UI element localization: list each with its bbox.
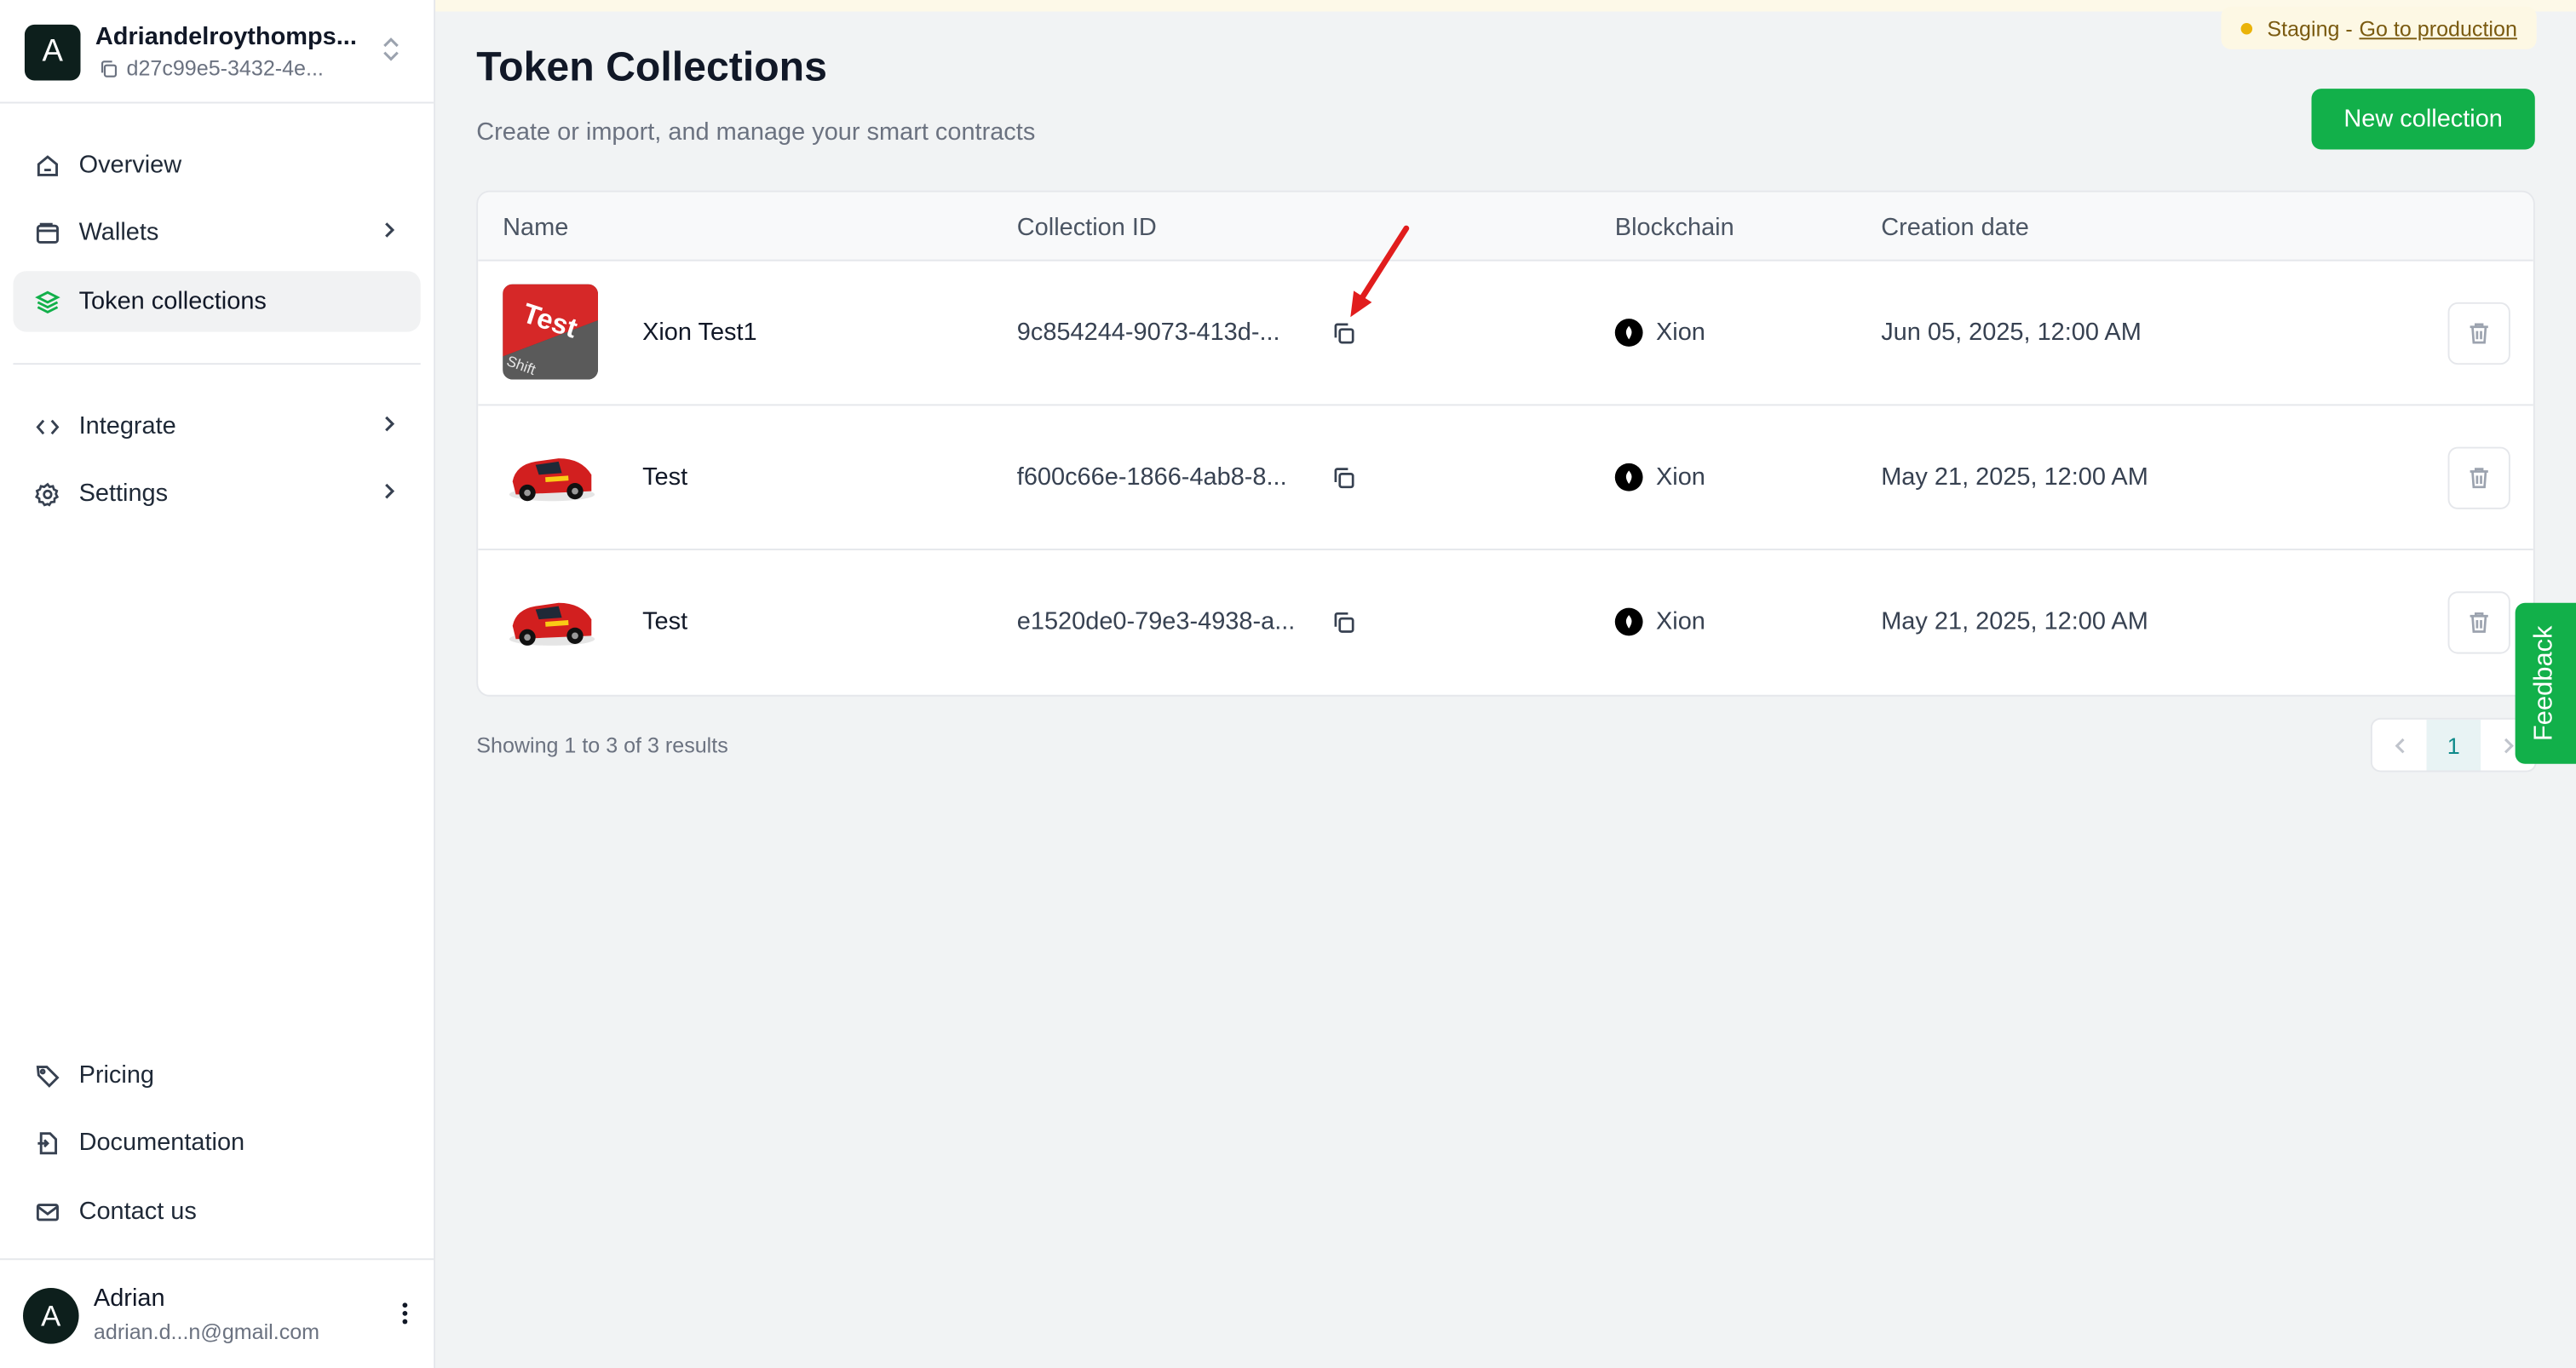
sidebar-item-contact[interactable]: Contact us: [13, 1181, 420, 1242]
sidebar-item-label: Pricing: [78, 1060, 155, 1089]
sidebar-divider: [13, 363, 421, 365]
page-title: Token Collections: [476, 44, 827, 91]
trash-icon: [2470, 612, 2488, 633]
creation-date: Jun 05, 2025, 12:00 AM: [1881, 319, 2142, 347]
org-id-text: d27c99e5-3432-4e...: [126, 55, 324, 81]
column-header-blockchain: Blockchain: [1614, 213, 1734, 242]
sidebar-item-pricing[interactable]: Pricing: [13, 1045, 420, 1106]
more-vertical-icon[interactable]: [402, 1302, 408, 1325]
sidebar-item-integrate[interactable]: Integrate: [13, 396, 420, 457]
sidebar-item-token-collections[interactable]: Token collections: [13, 271, 421, 332]
trash-icon: [2470, 323, 2488, 344]
blockchain-cell: Xion: [1614, 319, 1705, 347]
column-header-name: Name: [503, 213, 569, 242]
xion-logo-icon: [1614, 607, 1643, 636]
sidebar-item-label: Integrate: [78, 412, 176, 440]
sidebar-item-settings[interactable]: Settings: [13, 463, 420, 524]
blockchain-name: Xion: [1655, 319, 1705, 347]
table-row[interactable]: Test e1520de0-79e3-4938-a... Xion May 21…: [478, 550, 2533, 695]
collection-name: Test: [642, 607, 688, 636]
delete-button[interactable]: [2447, 591, 2510, 654]
table-row[interactable]: Test f600c66e-1866-4ab8-8... Xion May 21…: [478, 405, 2533, 551]
new-collection-button[interactable]: New collection: [2311, 89, 2535, 150]
trash-icon: [2470, 468, 2488, 489]
collection-id: f600c66e-1866-4ab8-8...: [1016, 463, 1287, 491]
chevron-right-icon: [2504, 737, 2514, 753]
collection-thumbnail: [503, 573, 598, 669]
prev-page-button[interactable]: [2372, 720, 2427, 771]
xion-logo-icon: [1614, 319, 1643, 347]
copy-icon[interactable]: [1331, 609, 1357, 635]
pagination: 1: [2370, 717, 2537, 773]
creation-date: May 21, 2025, 12:00 AM: [1881, 607, 2148, 636]
collection-thumbnail: Test Shift: [503, 284, 598, 380]
table-row[interactable]: Test Shift Xion Test1 9c854244-9073-413d…: [478, 262, 2533, 406]
annotation-arrow-icon: [1350, 225, 1410, 318]
sidebar-item-label: Documentation: [78, 1128, 245, 1157]
sidebar-item-documentation[interactable]: Documentation: [13, 1112, 420, 1173]
chevron-right-icon: [381, 480, 397, 509]
sidebar: A Adriandelroythomps... d27c99e5-3432-4e…: [0, 0, 436, 1368]
user-name: Adrian: [93, 1285, 165, 1313]
chevron-right-icon: [381, 412, 397, 442]
collection-thumbnail: [503, 428, 598, 525]
collection-id: 9c854244-9073-413d-...: [1016, 319, 1280, 347]
blockchain-name: Xion: [1655, 607, 1705, 636]
org-name: Adriandelroythomps...: [95, 22, 357, 51]
mail-icon: [33, 1197, 63, 1227]
environment-label: Staging -: [2267, 15, 2353, 41]
sidebar-item-label: Overview: [78, 151, 182, 180]
table-header: Name Collection ID Blockchain Creation d…: [478, 192, 2533, 262]
sidebar-item-label: Contact us: [78, 1197, 197, 1226]
code-icon: [33, 411, 63, 441]
chevron-left-icon: [2394, 737, 2404, 753]
creation-date: May 21, 2025, 12:00 AM: [1881, 463, 2148, 491]
status-dot: [2240, 22, 2253, 34]
sidebar-item-label: Wallets: [78, 218, 159, 247]
xion-logo-icon: [1614, 463, 1643, 491]
environment-banner: Staging - Go to production: [2221, 6, 2537, 49]
copy-icon[interactable]: [1331, 465, 1357, 491]
sidebar-item-label: Settings: [78, 480, 169, 508]
collection-id: e1520de0-79e3-4938-a...: [1016, 607, 1296, 636]
feedback-label: Feedback: [2530, 625, 2559, 742]
delete-button[interactable]: [2447, 446, 2510, 509]
column-header-collection-id: Collection ID: [1016, 213, 1157, 242]
blockchain-cell: Xion: [1614, 607, 1705, 636]
org-id: d27c99e5-3432-4e...: [99, 55, 324, 81]
go-to-production-link[interactable]: Go to production: [2360, 15, 2517, 40]
user-profile[interactable]: A Adrian adrian.d...n@gmail.com: [0, 1258, 434, 1368]
feedback-button[interactable]: Feedback: [2515, 602, 2576, 764]
user-email: adrian.d...n@gmail.com: [93, 1319, 320, 1344]
collections-table: Name Collection ID Blockchain Creation d…: [476, 190, 2535, 697]
page-subtitle: Create or import, and manage your smart …: [476, 118, 1036, 147]
results-summary: Showing 1 to 3 of 3 results: [476, 733, 728, 758]
document-icon: [33, 1128, 63, 1158]
gear-icon: [33, 479, 63, 509]
chevron-right-icon: [381, 218, 397, 248]
layers-icon: [33, 287, 63, 317]
org-avatar: A: [24, 24, 81, 81]
blockchain-cell: Xion: [1614, 463, 1705, 491]
avatar: A: [22, 1287, 79, 1344]
org-switcher[interactable]: A Adriandelroythomps... d27c99e5-3432-4e…: [0, 11, 434, 104]
sidebar-item-overview[interactable]: Overview: [13, 135, 420, 195]
copy-icon[interactable]: [99, 58, 118, 78]
collection-name: Test: [642, 463, 688, 491]
column-header-creation-date: Creation date: [1881, 213, 2029, 242]
copy-icon[interactable]: [1331, 320, 1357, 347]
chevron-updown-icon[interactable]: [381, 34, 400, 64]
home-icon: [33, 150, 63, 180]
tag-icon: [33, 1060, 63, 1090]
wallet-icon: [33, 218, 63, 248]
page-button-current[interactable]: 1: [2426, 719, 2481, 771]
blockchain-name: Xion: [1655, 463, 1705, 491]
delete-button[interactable]: [2447, 302, 2510, 365]
sidebar-item-wallets[interactable]: Wallets: [13, 202, 420, 262]
collection-name: Xion Test1: [642, 319, 757, 347]
sidebar-item-label: Token collections: [78, 287, 267, 316]
